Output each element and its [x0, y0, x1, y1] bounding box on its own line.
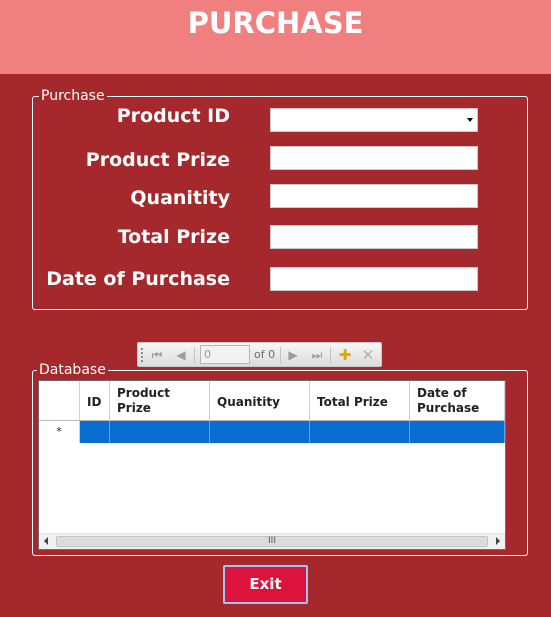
database-grid[interactable]: ID Product Prize Quanitity Total Prize D…	[38, 380, 506, 550]
grid-cell-quanitity[interactable]	[210, 421, 310, 443]
scroll-left-icon[interactable]	[44, 537, 48, 545]
separator	[194, 347, 195, 364]
column-header-total-prize[interactable]: Total Prize	[310, 381, 410, 421]
separator	[330, 347, 331, 364]
horizontal-scrollbar[interactable]: III	[39, 533, 505, 549]
grid-cell-product-prize[interactable]	[110, 421, 210, 443]
total-prize-label: Total Prize	[117, 226, 230, 248]
position-field[interactable]: 0	[200, 345, 250, 364]
column-header-date-of-purchase[interactable]: Date of Purchase	[410, 381, 505, 421]
quanitity-field[interactable]	[270, 184, 478, 208]
grid-cell-id[interactable]	[80, 421, 110, 443]
move-last-icon[interactable]: ⏭	[310, 348, 324, 362]
chevron-down-icon[interactable]	[467, 118, 473, 122]
row-header-corner	[39, 381, 80, 421]
product-prize-label: Product Prize	[85, 149, 230, 171]
column-header-product-prize[interactable]: Product Prize	[110, 381, 210, 421]
toolbar-grip[interactable]	[141, 348, 143, 363]
product-prize-field[interactable]	[270, 146, 478, 170]
move-next-icon[interactable]: ▶	[286, 348, 300, 362]
count-label: of 0	[254, 348, 276, 361]
product-id-combobox[interactable]	[270, 108, 478, 132]
database-group-label: Database	[37, 361, 108, 379]
purchase-group-label: Purchase	[39, 87, 107, 105]
binding-navigator: ⏮ ◀ 0 of 0 ▶ ⏭ ✚ ✕	[137, 342, 382, 367]
column-header-quanitity[interactable]: Quanitity	[210, 381, 310, 421]
page-title: PURCHASE	[187, 6, 364, 40]
move-first-icon[interactable]: ⏮	[150, 348, 164, 362]
move-previous-icon[interactable]: ◀	[174, 348, 188, 362]
total-prize-field[interactable]	[270, 225, 478, 249]
grid-cell-date-of-purchase[interactable]	[410, 421, 505, 443]
scrollbar-thumb[interactable]: III	[56, 536, 488, 547]
separator	[280, 347, 281, 364]
delete-icon[interactable]: ✕	[361, 348, 375, 363]
date-of-purchase-label: Date of Purchase	[46, 268, 230, 290]
scroll-right-icon[interactable]	[496, 537, 500, 545]
purchase-group: Purchase Product ID Product Prize Quanit…	[32, 87, 528, 310]
exit-button[interactable]: Exit	[223, 565, 308, 604]
title-bar: PURCHASE	[0, 0, 551, 74]
add-new-icon[interactable]: ✚	[338, 348, 352, 363]
new-row-marker[interactable]: *	[39, 421, 80, 443]
grid-cell-total-prize[interactable]	[310, 421, 410, 443]
product-id-label: Product ID	[116, 105, 230, 127]
date-of-purchase-field[interactable]	[270, 267, 478, 291]
quanitity-label: Quanitity	[130, 187, 230, 209]
column-header-id[interactable]: ID	[80, 381, 110, 421]
